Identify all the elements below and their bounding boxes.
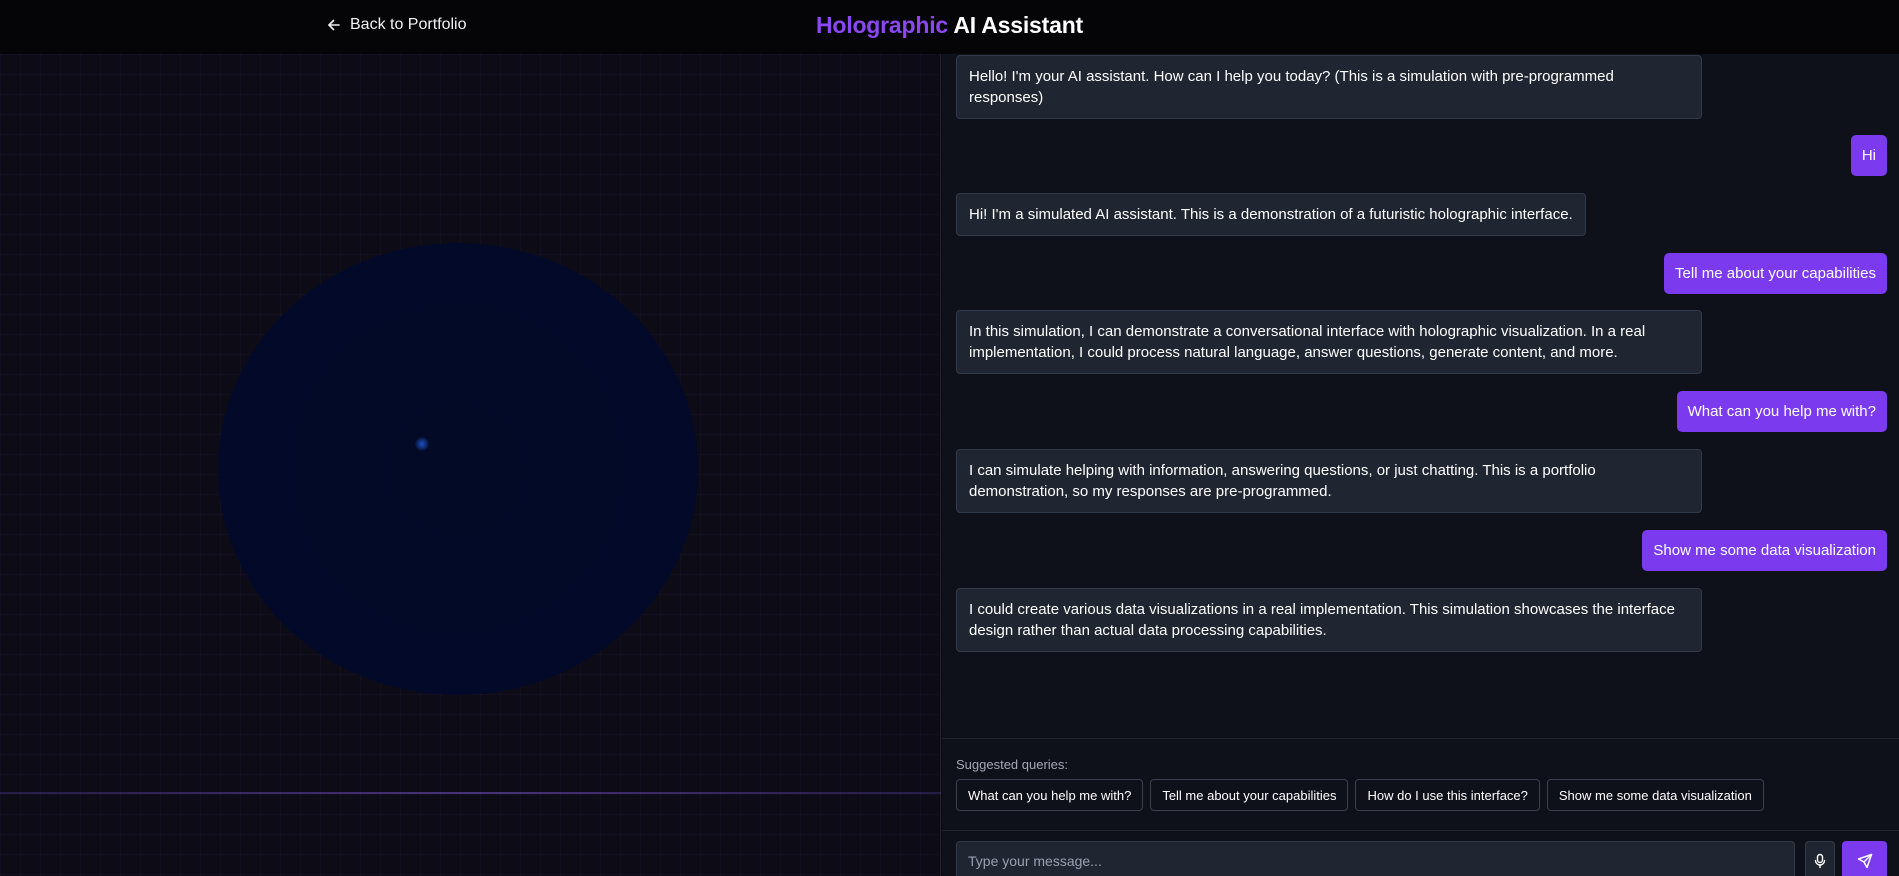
suggestion-chip-usage[interactable]: How do I use this interface?: [1355, 779, 1540, 811]
scan-line: [0, 792, 941, 794]
ai-message: Hello! I'm your AI assistant. How can I …: [956, 55, 1702, 119]
user-message: Hi: [1850, 135, 1887, 176]
suggested-queries-label: Suggested queries:: [956, 757, 1069, 772]
ai-message: I could create various data visualizatio…: [956, 588, 1702, 652]
hologram-pane: [0, 54, 941, 876]
top-header: Back to Portfolio Holographic AI Assista…: [0, 0, 1899, 54]
ai-message: Hi! I'm a simulated AI assistant. This i…: [956, 193, 1586, 236]
title-rest: AI Assistant: [953, 12, 1083, 38]
user-message: What can you help me with?: [1676, 391, 1887, 432]
suggestion-chip-help[interactable]: What can you help me with?: [956, 779, 1144, 811]
ai-message: In this simulation, I can demonstrate a …: [956, 310, 1702, 374]
ai-message: I can simulate helping with information,…: [956, 449, 1702, 513]
suggested-queries: Suggested queries: What can you help me …: [942, 738, 1899, 820]
suggestion-chip-capabilities[interactable]: Tell me about your capabilities: [1150, 779, 1349, 811]
hologram-orb: [218, 243, 698, 695]
send-button[interactable]: [1842, 841, 1887, 876]
suggestion-chip-data-viz[interactable]: Show me some data visualization: [1546, 779, 1764, 811]
hologram-core-dot: [415, 437, 429, 451]
chat-pane: Hello! I'm your AI assistant. How can I …: [942, 54, 1899, 876]
title-accent: Holographic: [816, 12, 948, 38]
suggestion-chip-list: What can you help me with? Tell me about…: [956, 779, 1764, 811]
message-input[interactable]: [956, 841, 1795, 876]
user-message: Tell me about your capabilities: [1664, 253, 1887, 294]
page-title: Holographic AI Assistant: [0, 12, 1899, 39]
user-message: Show me some data visualization: [1642, 530, 1887, 571]
send-icon: [1857, 853, 1872, 869]
microphone-button[interactable]: [1805, 841, 1835, 876]
microphone-icon: [1814, 853, 1826, 869]
message-composer: [942, 830, 1899, 876]
